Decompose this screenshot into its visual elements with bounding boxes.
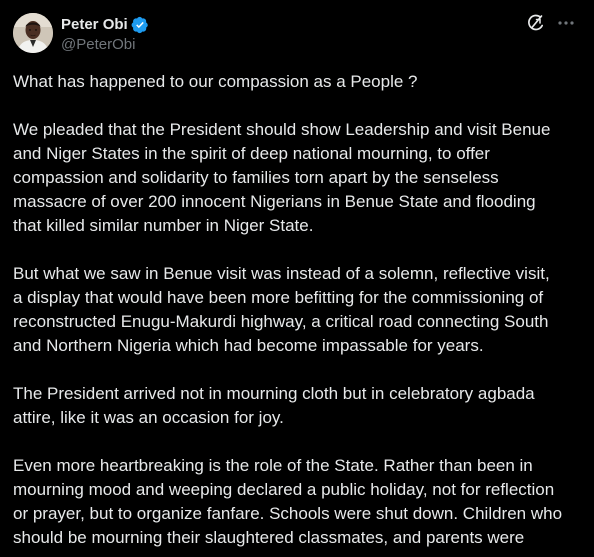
text-line: should be mourning their slaughtered cla… (13, 528, 525, 547)
name-row: Peter Obi (61, 14, 149, 35)
paragraph-3: But what we saw in Benue visit was inste… (13, 262, 587, 358)
author-names: Peter Obi @PeterObi (61, 12, 149, 55)
text-line: that killed similar number in Niger Stat… (13, 216, 314, 235)
tweet-text: What has happened to our compassion as a… (13, 70, 587, 557)
text-line: a display that would have been more befi… (13, 288, 544, 307)
text-line: We pleaded that the President should sho… (13, 120, 551, 139)
text-line: and Northern Nigeria which had become im… (13, 336, 484, 355)
handle[interactable]: @PeterObi (61, 35, 149, 55)
tweet: Peter Obi @PeterObi What has happened to… (0, 0, 594, 557)
text-line: What has happened to our compassion as a… (13, 72, 418, 91)
paragraph-2: We pleaded that the President should sho… (13, 118, 587, 238)
paragraph-4: The President arrived not in mourning cl… (13, 382, 587, 430)
text-line: compassion and solidarity to families to… (13, 168, 499, 187)
paragraph-5: Even more heartbreaking is the role of t… (13, 454, 587, 550)
text-line: reconstructed Enugu-Makurdi highway, a c… (13, 312, 549, 331)
paragraph-1: What has happened to our compassion as a… (13, 70, 587, 94)
text-line: or prayer, but to organize fanfare. Scho… (13, 504, 563, 523)
text-line: The President arrived not in mourning cl… (13, 384, 535, 403)
text-line: mourning mood and weeping declared a pub… (13, 480, 555, 499)
text-line: But what we saw in Benue visit was inste… (13, 264, 550, 283)
tweet-actions (526, 13, 576, 33)
text-line: attire, like it was an occasion for joy. (13, 408, 284, 427)
text-line: and Niger States in the spirit of deep n… (13, 144, 490, 163)
avatar[interactable] (13, 13, 53, 53)
text-line: massacre of over 200 innocent Nigerians … (13, 192, 536, 211)
grok-icon[interactable] (526, 13, 546, 33)
more-options-icon[interactable] (556, 13, 576, 33)
avatar-image (13, 13, 53, 53)
text-line: Even more heartbreaking is the role of t… (13, 456, 533, 475)
tweet-header: Peter Obi @PeterObi (13, 12, 149, 56)
display-name[interactable]: Peter Obi (61, 15, 128, 35)
verified-badge-icon (131, 16, 149, 34)
